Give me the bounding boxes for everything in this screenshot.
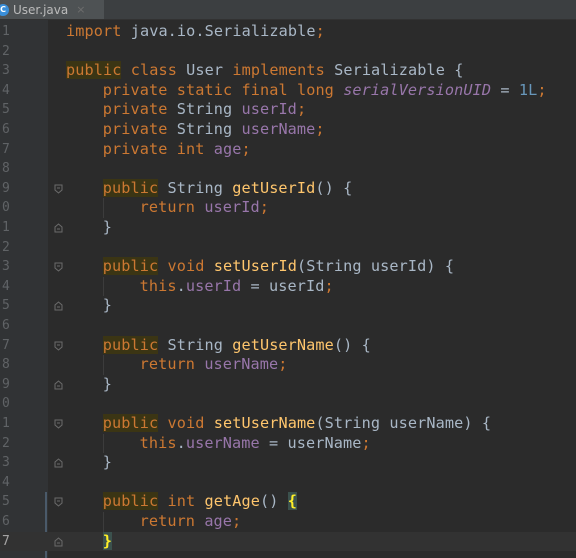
code-text: import java.io.Serializable; (66, 22, 325, 40)
code-text: } (102, 296, 113, 315)
line-number: 3 (2, 455, 10, 471)
tab-user-java[interactable]: C User.java × (0, 0, 104, 19)
line-number: 1 (2, 416, 10, 431)
code-text: private static final long serialVersionU… (102, 80, 547, 99)
line-number: 4 (2, 278, 10, 294)
fold-marker-icon[interactable] (54, 458, 63, 468)
code-line[interactable]: 1 import java.io.Serializable; (0, 22, 576, 42)
code-line[interactable]: 2 this.userName = userName; (0, 434, 576, 454)
code-line[interactable]: 2 (0, 42, 576, 62)
fold-marker-icon[interactable] (54, 223, 63, 233)
indent-guide (103, 276, 104, 297)
code-line[interactable]: 5 private String userId; (0, 100, 576, 120)
code-line[interactable]: 3 public void setUserId(String userId) { (0, 257, 576, 277)
java-class-icon: C (0, 3, 9, 16)
code-text: public void setUserId(String userId) { (102, 257, 455, 276)
line-number: 4 (2, 82, 10, 98)
code-line[interactable]: 5 public int getAge() { (0, 492, 576, 512)
line-number: 1 (2, 24, 10, 39)
code-text: } (102, 531, 113, 550)
line-number: 2 (2, 43, 10, 59)
code-text: public String getUserName() { (102, 335, 371, 354)
line-number: 2 (2, 435, 10, 451)
line-number: 5 (2, 102, 10, 118)
line-number: 3 (2, 259, 10, 275)
fold-marker-icon[interactable] (54, 419, 63, 429)
line-number: 7 (2, 533, 10, 549)
code-text: } (102, 374, 113, 393)
code-line[interactable]: 4 this.userId = userId; (0, 277, 576, 297)
code-text: return userId; (139, 198, 270, 217)
line-number: 6 (2, 514, 10, 529)
code-line[interactable]: 9 public String getUserId() { (0, 178, 576, 199)
fold-marker-icon[interactable] (54, 184, 63, 194)
code-text: } (102, 218, 113, 236)
code-text: this.userId = userId; (139, 276, 334, 295)
indent-guide (103, 198, 104, 218)
code-line[interactable]: 3} (0, 453, 576, 473)
code-line[interactable]: 1 public void setUserName(String userName… (0, 414, 576, 434)
line-number: 4 (2, 474, 10, 490)
close-tab-icon[interactable]: × (76, 3, 85, 16)
code-text: this.userName = userName; (139, 433, 371, 452)
code-text: return userName; (139, 355, 288, 374)
line-number: 5 (2, 298, 10, 314)
code-line[interactable]: 0 return userId; (0, 198, 576, 218)
code-line[interactable]: 4 (0, 473, 576, 493)
code-line[interactable]: 6 private String userName; (0, 120, 576, 140)
code-line[interactable]: 7} (0, 531, 576, 552)
line-number: 0 (2, 396, 10, 412)
code-line[interactable]: 6 (0, 316, 576, 336)
code-text: return age; (139, 512, 242, 530)
code-line[interactable]: 5} (0, 296, 576, 316)
line-number: 6 (2, 122, 10, 137)
fold-marker-icon[interactable] (54, 536, 63, 547)
code-line[interactable]: 0 (0, 394, 576, 414)
line-number: 9 (2, 180, 10, 196)
tab-filename: User.java (13, 2, 69, 17)
line-number: 8 (2, 357, 10, 373)
code-text: public void setUserName(String userName)… (102, 414, 492, 432)
code-line[interactable]: 2 (0, 238, 576, 258)
line-number: 5 (2, 494, 10, 510)
code-text: private String userId; (102, 100, 307, 119)
editor-tab-bar: C User.java × (0, 0, 576, 20)
line-number: 0 (2, 200, 10, 216)
code-line[interactable]: 9} (0, 375, 576, 395)
indent-guide (103, 433, 104, 454)
line-number: 7 (2, 337, 10, 353)
code-line[interactable]: 6 return age; (0, 512, 576, 532)
code-line[interactable]: 8 return userName; (0, 355, 576, 375)
fold-marker-icon[interactable] (54, 380, 63, 390)
line-number: 2 (2, 239, 10, 255)
fold-marker-icon[interactable] (54, 497, 63, 508)
code-text: private String userName; (102, 120, 325, 138)
code-line[interactable]: 7 public String getUserName() { (0, 335, 576, 356)
indent-guide (103, 512, 104, 532)
code-text: } (102, 453, 113, 472)
code-text: private int age; (102, 139, 251, 158)
code-editor[interactable]: 1 import java.io.Serializable; 2 3 public cl… (0, 20, 576, 558)
line-number: 3 (2, 63, 10, 79)
code-line[interactable]: 3 public class User implements Serializab… (0, 61, 576, 81)
fold-marker-icon[interactable] (54, 262, 63, 272)
line-number: 9 (2, 376, 10, 392)
code-line[interactable]: 4 private static final long serialVersion… (0, 81, 576, 101)
code-line[interactable]: 7 private int age; (0, 140, 576, 160)
code-text: public class User implements Serializabl… (66, 61, 464, 80)
line-number: 7 (2, 141, 10, 157)
code-line[interactable]: 1} (0, 218, 576, 238)
line-number: 8 (2, 161, 10, 177)
fold-marker-icon[interactable] (54, 301, 63, 311)
line-number: 1 (2, 220, 10, 235)
code-line[interactable]: 8 (0, 159, 576, 179)
indent-guide (103, 355, 104, 375)
fold-marker-icon[interactable] (54, 341, 63, 351)
code-text: public int getAge() { (102, 492, 297, 511)
code-text: public String getUserId() { (102, 178, 353, 197)
line-number: 6 (2, 318, 10, 333)
